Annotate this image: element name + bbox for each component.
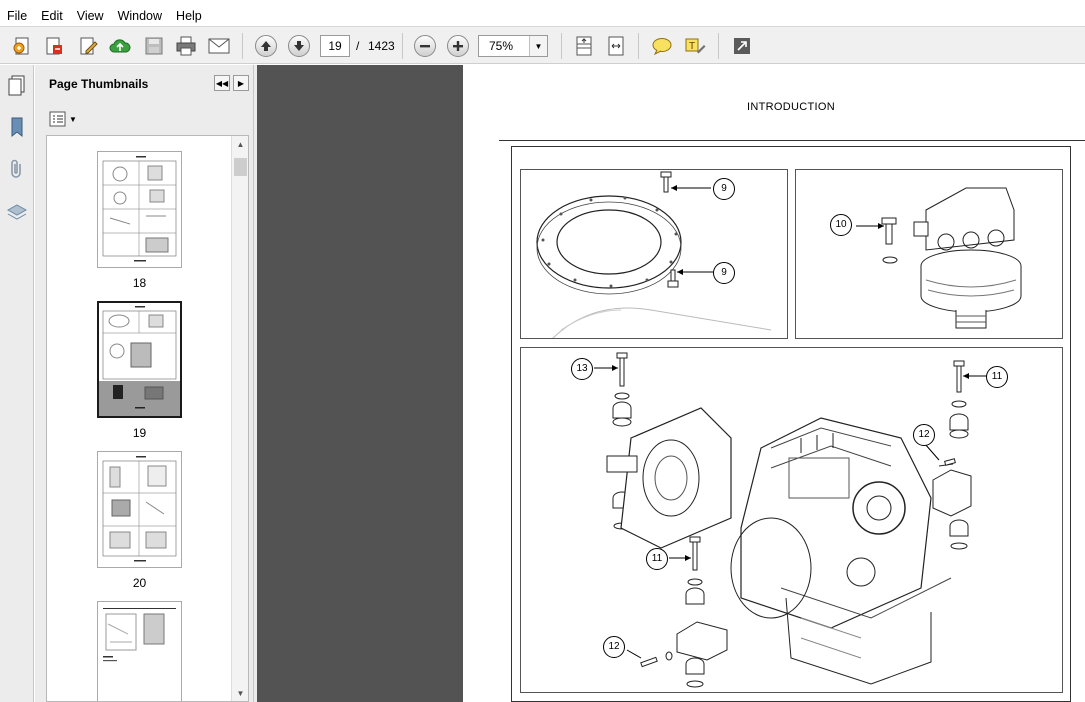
cloud-upload-icon[interactable] [108,34,132,58]
thumbnail-scrollbar[interactable]: ▲ ▼ [231,136,248,701]
illustration-engine: 13 11 12 11 12 [520,347,1063,693]
zoom-out-icon[interactable] [413,34,437,58]
previous-page-icon[interactable] [254,34,278,58]
svg-text:T: T [689,41,695,52]
scrollbar-thumb[interactable] [234,158,247,176]
page-thumbnails-icon[interactable] [5,73,29,97]
thumbnail-page-selected[interactable] [97,301,182,418]
collapse-panel-icon[interactable]: ◀◀ [214,75,230,91]
illustration-swing-motor: 10 [795,169,1063,339]
fit-width-icon[interactable] [604,34,628,58]
attachment-icon[interactable] [5,157,29,181]
panel-options-button[interactable]: ▼ [49,111,77,127]
scroll-up-icon[interactable]: ▲ [232,136,248,152]
document-page: INTRODUCTION 9 9 10 13 11 12 11 12 [463,65,1085,702]
panel-header: Page Thumbnails ◀◀ ▶ [35,65,253,103]
callout-12: 12 [913,424,935,446]
menu-edit[interactable]: Edit [34,6,70,26]
page-heading: INTRODUCTION [747,101,835,113]
toolbar-separator [242,33,243,59]
edit-pdf-icon[interactable] [76,34,100,58]
heading-rule [499,140,1085,141]
callout-11: 11 [986,366,1008,388]
zoom-value: 75% [489,39,514,53]
menu-view[interactable]: View [70,6,111,26]
document-area: INTRODUCTION 9 9 10 13 11 12 11 12 [257,65,1085,702]
save-icon[interactable] [142,34,166,58]
scroll-down-icon[interactable]: ▼ [232,685,248,701]
export-pdf-icon[interactable] [42,34,66,58]
page-number-input[interactable]: 19 [320,35,350,57]
comment-icon[interactable] [650,34,674,58]
bookmark-icon[interactable] [5,115,29,139]
illustration-frame: 9 9 10 13 11 12 11 12 [511,146,1071,702]
zoom-in-icon[interactable] [446,34,470,58]
menu-file[interactable]: File [0,6,34,26]
menu-help[interactable]: Help [169,6,209,26]
chevron-right-icon[interactable]: ▶ [233,75,249,91]
toolbar-separator [402,33,403,59]
zoom-select[interactable]: 75% ▼ [478,35,548,57]
chevron-down-icon: ▼ [69,114,77,124]
callout-11: 11 [646,548,668,570]
illustration-slewing-ring: 9 9 [520,169,788,339]
print-icon[interactable] [174,34,198,58]
page-separator: / [356,39,360,53]
menu-bar: File Edit View Window Help [0,6,1085,26]
navigation-rail [0,65,34,702]
chevron-down-icon[interactable]: ▼ [529,36,547,56]
email-icon[interactable] [207,34,231,58]
expand-icon[interactable] [730,34,754,58]
fit-page-icon[interactable] [572,34,596,58]
callout-9: 9 [713,262,735,284]
next-page-icon[interactable] [287,34,311,58]
toolbar-separator [561,33,562,59]
page-total: 1423 [368,39,395,53]
thumbnail-label: 20 [132,576,147,590]
thumbnail-page[interactable] [97,451,182,568]
panel-title: Page Thumbnails [49,77,149,91]
thumbnail-label: 19 [132,426,147,440]
options-list-icon [49,111,66,127]
main-toolbar: 19 / 1423 75% ▼ T [0,26,1085,64]
layers-icon[interactable] [5,201,29,225]
highlight-text-icon[interactable]: T [683,34,707,58]
callout-13: 13 [571,358,593,380]
menu-window[interactable]: Window [111,6,169,26]
thumbnail-page[interactable] [97,601,182,701]
thumbnail-list: 18 19 20 ▲ ▼ [46,135,249,702]
create-pdf-icon[interactable] [10,34,34,58]
thumbnail-page[interactable] [97,151,182,268]
callout-10: 10 [830,214,852,236]
toolbar-separator [638,33,639,59]
callout-9: 9 [713,178,735,200]
toolbar-separator [718,33,719,59]
thumbnails-panel: Page Thumbnails ◀◀ ▶ ▼ 18 19 20 ▲ ▼ [35,65,253,702]
callout-12: 12 [603,636,625,658]
thumbnail-label: 18 [132,276,147,290]
